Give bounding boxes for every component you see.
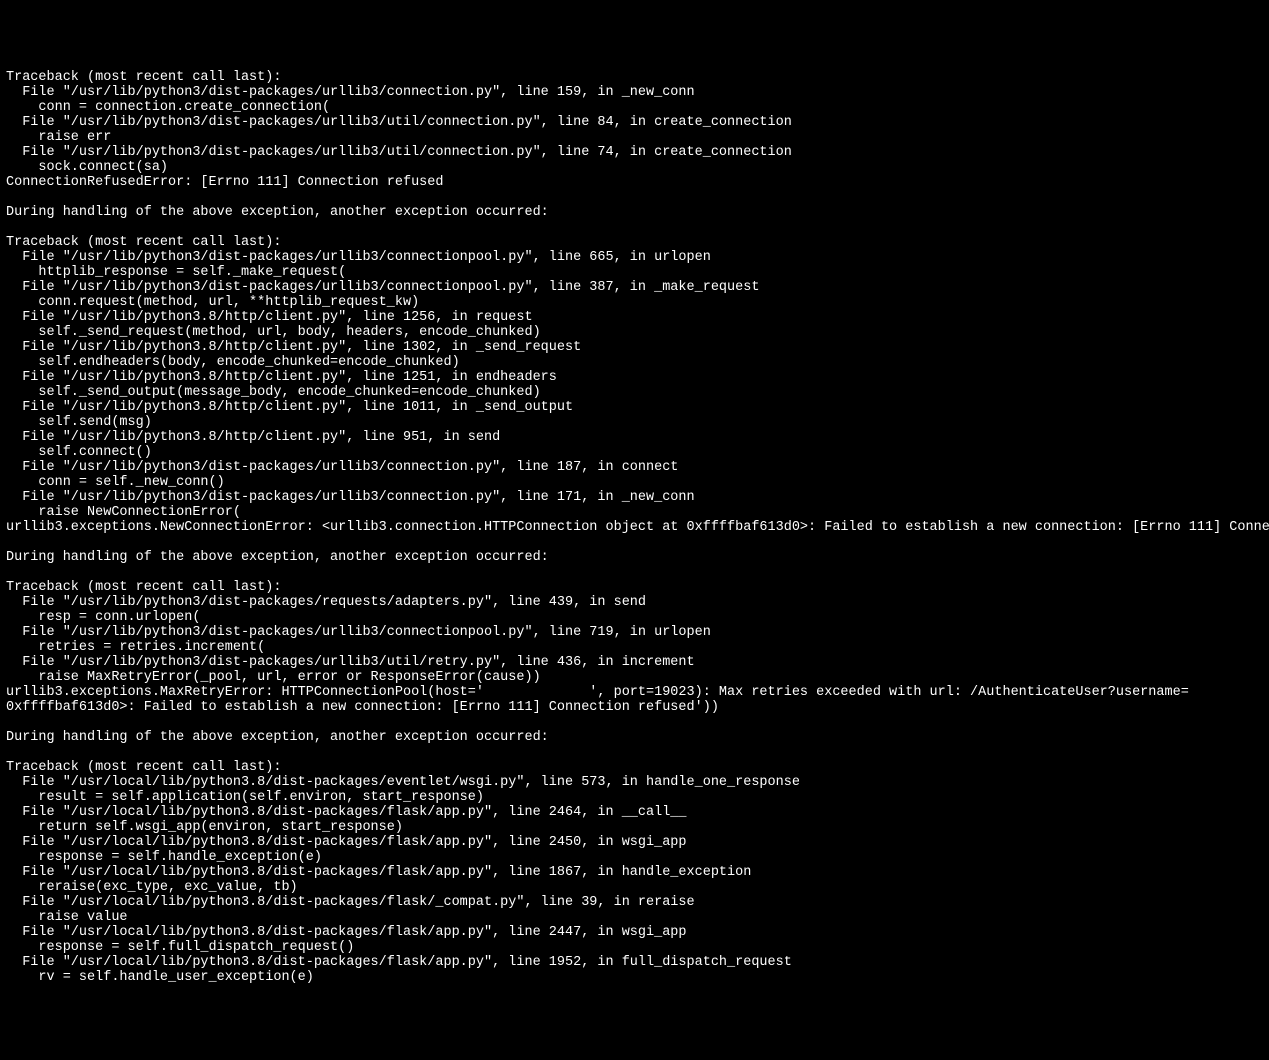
traceback-line-12: File "/usr/lib/python3/dist-packages/url…	[6, 250, 711, 265]
traceback-line-28: File "/usr/lib/python3/dist-packages/url…	[6, 490, 695, 505]
traceback-line-38: retries = retries.increment(	[6, 640, 265, 655]
traceback-line-5: File "/usr/lib/python3/dist-packages/url…	[6, 145, 792, 160]
traceback-line-51: File "/usr/local/lib/python3.8/dist-pack…	[6, 835, 687, 850]
traceback-line-6: sock.connect(sa)	[6, 160, 168, 175]
terminal-output[interactable]: Traceback (most recent call last): File …	[6, 70, 1263, 985]
traceback-line-54: reraise(exc_type, exc_value, tb)	[6, 880, 298, 895]
traceback-line-44: During handling of the above exception, …	[6, 730, 549, 745]
traceback-line-11: Traceback (most recent call last):	[6, 235, 281, 250]
traceback-line-23: self.send(msg)	[6, 415, 152, 430]
traceback-line-18: File "/usr/lib/python3.8/http/client.py"…	[6, 340, 581, 355]
traceback-line-2: conn = connection.create_connection(	[6, 100, 330, 115]
traceback-line-3: File "/usr/lib/python3/dist-packages/url…	[6, 115, 792, 130]
traceback-line-20: File "/usr/lib/python3.8/http/client.py"…	[6, 370, 557, 385]
traceback-line-7: ConnectionRefusedError: [Errno 111] Conn…	[6, 175, 443, 190]
traceback-line-30: urllib3.exceptions.NewConnectionError: <…	[6, 520, 1269, 535]
traceback-line-4: raise err	[6, 130, 111, 145]
traceback-line-22: File "/usr/lib/python3.8/http/client.py"…	[6, 400, 573, 415]
traceback-line-32: During handling of the above exception, …	[6, 550, 549, 565]
traceback-line-49: File "/usr/local/lib/python3.8/dist-pack…	[6, 805, 687, 820]
traceback-line-13: httplib_response = self._make_request(	[6, 265, 346, 280]
traceback-line-46: Traceback (most recent call last):	[6, 760, 281, 775]
traceback-line-39: File "/usr/lib/python3/dist-packages/url…	[6, 655, 695, 670]
traceback-line-0: Traceback (most recent call last):	[6, 70, 281, 85]
traceback-line-9: During handling of the above exception, …	[6, 205, 549, 220]
traceback-line-40: raise MaxRetryError(_pool, url, error or…	[6, 670, 541, 685]
traceback-line-19: self.endheaders(body, encode_chunked=enc…	[6, 355, 460, 370]
traceback-line-37: File "/usr/lib/python3/dist-packages/url…	[6, 625, 711, 640]
traceback-line-59: File "/usr/local/lib/python3.8/dist-pack…	[6, 955, 792, 970]
traceback-line-35: File "/usr/lib/python3/dist-packages/req…	[6, 595, 646, 610]
traceback-line-56: raise value	[6, 910, 128, 925]
traceback-line-17: self._send_request(method, url, body, he…	[6, 325, 541, 340]
traceback-line-42: 0xffffbaf613d0>: Failed to establish a n…	[6, 700, 719, 715]
traceback-line-52: response = self.handle_exception(e)	[6, 850, 322, 865]
traceback-line-26: File "/usr/lib/python3/dist-packages/url…	[6, 460, 678, 475]
traceback-line-16: File "/usr/lib/python3.8/http/client.py"…	[6, 310, 533, 325]
traceback-line-58: response = self.full_dispatch_request()	[6, 940, 354, 955]
traceback-line-60: rv = self.handle_user_exception(e)	[6, 970, 314, 985]
traceback-line-48: result = self.application(self.environ, …	[6, 790, 484, 805]
traceback-line-55: File "/usr/local/lib/python3.8/dist-pack…	[6, 895, 695, 910]
traceback-line-50: return self.wsgi_app(environ, start_resp…	[6, 820, 403, 835]
traceback-line-36: resp = conn.urlopen(	[6, 610, 200, 625]
traceback-line-57: File "/usr/local/lib/python3.8/dist-pack…	[6, 925, 687, 940]
traceback-line-1: File "/usr/lib/python3/dist-packages/url…	[6, 85, 695, 100]
traceback-line-41: urllib3.exceptions.MaxRetryError: HTTPCo…	[6, 685, 1269, 700]
traceback-line-24: File "/usr/lib/python3.8/http/client.py"…	[6, 430, 500, 445]
traceback-line-53: File "/usr/local/lib/python3.8/dist-pack…	[6, 865, 751, 880]
traceback-line-47: File "/usr/local/lib/python3.8/dist-pack…	[6, 775, 800, 790]
traceback-line-25: self.connect()	[6, 445, 152, 460]
traceback-line-34: Traceback (most recent call last):	[6, 580, 281, 595]
traceback-line-14: File "/usr/lib/python3/dist-packages/url…	[6, 280, 759, 295]
traceback-line-29: raise NewConnectionError(	[6, 505, 241, 520]
traceback-line-27: conn = self._new_conn()	[6, 475, 225, 490]
traceback-line-15: conn.request(method, url, **httplib_requ…	[6, 295, 419, 310]
traceback-line-21: self._send_output(message_body, encode_c…	[6, 385, 541, 400]
